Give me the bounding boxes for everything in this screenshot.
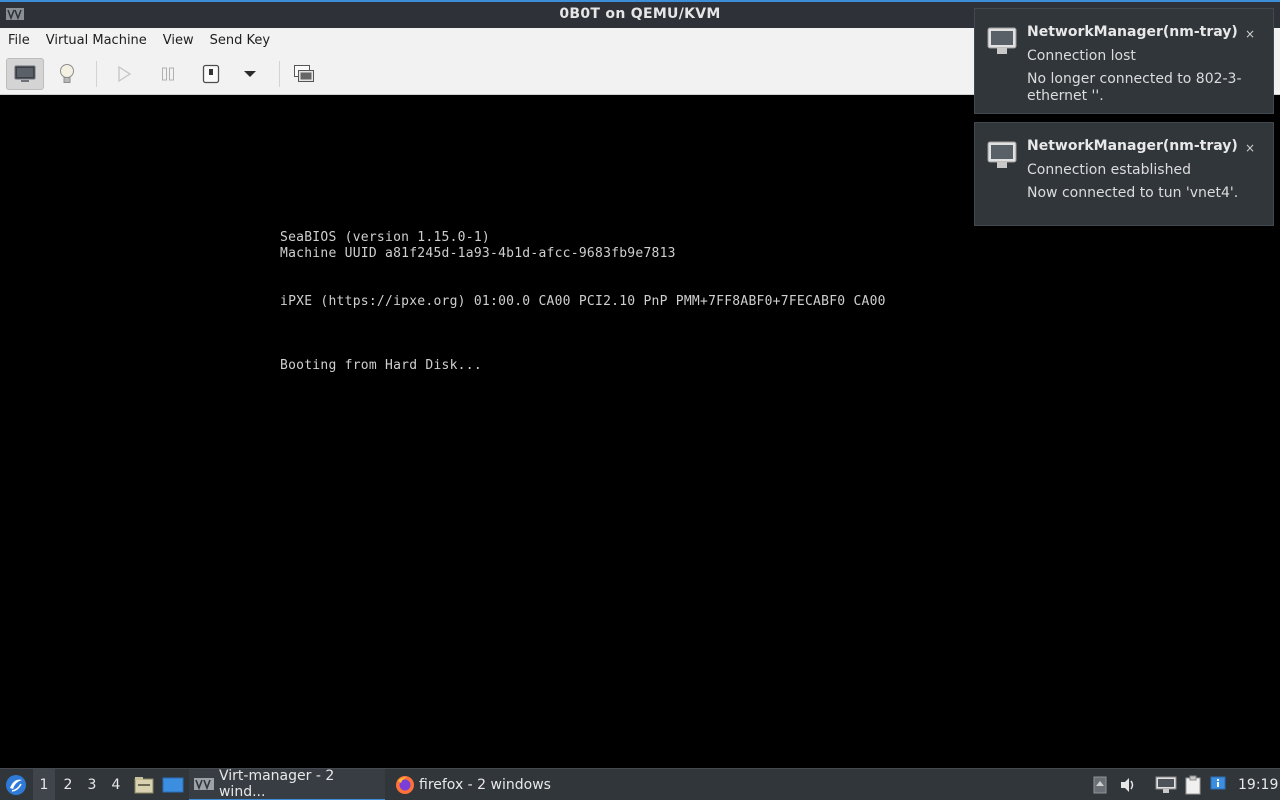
notification-app-name: NetworkManager(nm-tray) bbox=[1027, 24, 1238, 40]
console-button[interactable] bbox=[6, 58, 44, 90]
menu-view[interactable]: View bbox=[155, 28, 202, 53]
lightbulb-icon bbox=[60, 64, 74, 83]
close-icon[interactable]: × bbox=[1245, 141, 1255, 155]
network-wired-icon bbox=[1155, 776, 1177, 793]
lubuntu-logo-icon bbox=[6, 775, 26, 795]
menu-send-key[interactable]: Send Key bbox=[202, 28, 278, 53]
task-virt-manager[interactable]: Virt-manager - 2 wind... bbox=[189, 768, 385, 800]
network-wired-icon bbox=[987, 141, 1017, 168]
toolbar-separator bbox=[279, 61, 280, 87]
console-line: Booting from Hard Disk... bbox=[280, 358, 482, 373]
run-icon bbox=[118, 65, 132, 83]
notification[interactable]: NetworkManager(nm-tray) Connection lost … bbox=[974, 8, 1274, 114]
file-manager-launcher[interactable] bbox=[133, 769, 155, 800]
notification-summary: Connection lost bbox=[1027, 48, 1136, 64]
notification[interactable]: NetworkManager(nm-tray) Connection estab… bbox=[974, 122, 1274, 226]
file-manager-icon bbox=[134, 777, 154, 794]
tray-arrow-icon bbox=[1093, 776, 1107, 794]
notification-summary: Connection established bbox=[1027, 162, 1191, 178]
desktop-switch-4[interactable]: 4 bbox=[105, 769, 127, 800]
chevron-down-icon bbox=[244, 71, 256, 77]
desktop-switch-2[interactable]: 2 bbox=[57, 769, 79, 800]
clock[interactable]: 19:19 bbox=[1238, 769, 1278, 800]
desktop-switch-3[interactable]: 3 bbox=[81, 769, 103, 800]
update-info-icon bbox=[1210, 776, 1226, 790]
console-line: SeaBIOS (version 1.15.0-1) bbox=[280, 230, 490, 245]
notification-body: No longer connected to 802-3-ethernet ''… bbox=[1027, 71, 1242, 104]
notification-body: Now connected to tun 'vnet4'. bbox=[1027, 185, 1239, 201]
notification-app-name: NetworkManager(nm-tray) bbox=[1027, 138, 1238, 154]
toolbar-separator bbox=[96, 61, 97, 87]
pause-icon bbox=[162, 67, 174, 81]
clipboard-tray[interactable] bbox=[1182, 769, 1204, 800]
network-wired-icon bbox=[987, 27, 1017, 54]
tray-show-hidden[interactable] bbox=[1090, 769, 1110, 800]
desktop-switch-1[interactable]: 1 bbox=[33, 769, 55, 800]
task-label: firefox - 2 windows bbox=[419, 777, 551, 793]
console-icon bbox=[14, 65, 36, 82]
menu-file[interactable]: File bbox=[0, 28, 38, 53]
firefox-icon bbox=[396, 776, 414, 794]
network-tray[interactable] bbox=[1154, 769, 1178, 800]
volume-control[interactable] bbox=[1117, 769, 1139, 800]
task-firefox[interactable]: firefox - 2 windows bbox=[391, 769, 561, 800]
console-line: iPXE (https://ipxe.org) 01:00.0 CA00 PCI… bbox=[280, 294, 886, 309]
update-notifier-tray[interactable] bbox=[1208, 769, 1228, 800]
close-icon[interactable]: × bbox=[1245, 27, 1255, 41]
fullscreen-button[interactable] bbox=[285, 58, 323, 90]
pause-button[interactable] bbox=[149, 58, 187, 90]
taskbar: 1 2 3 4 Virt-manager - 2 wind... firefox… bbox=[0, 768, 1280, 800]
show-desktop-button[interactable] bbox=[161, 769, 185, 800]
virt-manager-icon bbox=[193, 778, 214, 791]
screens-icon bbox=[294, 65, 314, 82]
console-line: Machine UUID a81f245d-1a93-4b1d-afcc-968… bbox=[280, 246, 676, 261]
clipboard-icon bbox=[1185, 775, 1201, 795]
desktop-icon bbox=[162, 777, 184, 793]
details-button[interactable] bbox=[48, 58, 86, 90]
run-button[interactable] bbox=[105, 58, 143, 90]
shutdown-menu-button[interactable] bbox=[231, 58, 269, 90]
volume-icon bbox=[1121, 778, 1134, 792]
shutdown-button[interactable] bbox=[192, 58, 230, 90]
start-menu-button[interactable] bbox=[4, 769, 28, 800]
shutdown-icon bbox=[202, 64, 220, 84]
task-label: Virt-manager - 2 wind... bbox=[218, 768, 335, 800]
menu-virtual-machine[interactable]: Virtual Machine bbox=[38, 28, 155, 53]
